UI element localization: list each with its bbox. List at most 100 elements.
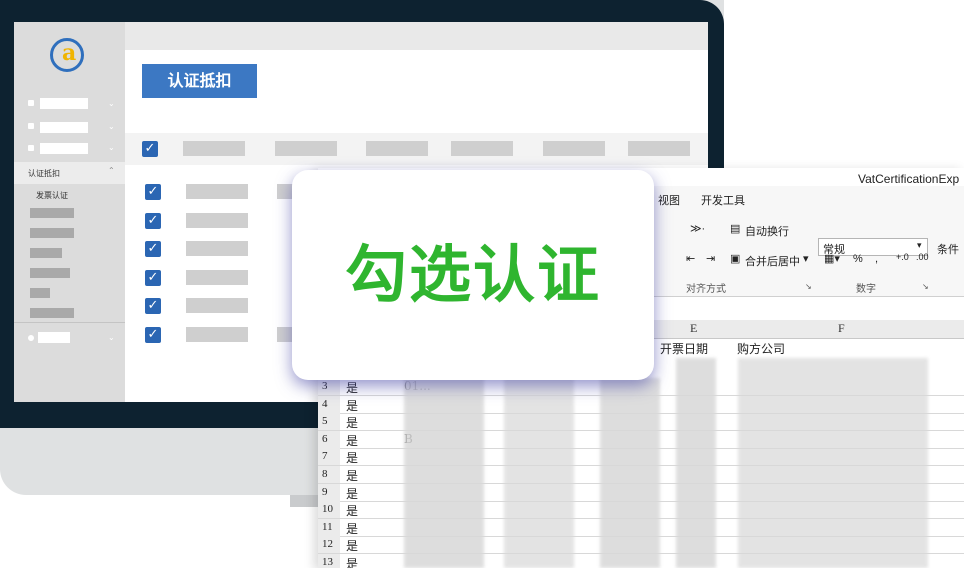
dialog-launcher-icon[interactable]: ↘ [922,282,929,291]
sidebar-sub-item[interactable] [30,248,62,258]
sidebar-sub-item[interactable] [30,308,74,318]
currency-icon[interactable]: ▦▾ [824,252,840,265]
blurred-column [504,378,574,568]
sidebar-item-label: 认证抵扣 [28,169,60,178]
sidebar-item-3[interactable] [40,143,88,154]
cell-certified[interactable]: 是 [346,485,358,502]
header-buyer-company: 购方公司 [737,342,786,356]
chevron-up-icon: ⌃ [108,166,115,175]
callout-card: 勾选认证 [292,170,654,380]
indent-decrease-icon[interactable]: ⇤ [686,252,695,265]
row-number[interactable]: 12 [318,536,340,554]
row-number[interactable]: 6 [318,430,340,448]
table-cell [186,213,248,228]
decrease-decimal-icon[interactable]: .00 [916,252,929,262]
folder-icon [28,145,34,151]
wrap-text-button[interactable]: 自动换行 [745,223,789,239]
cell-certified[interactable]: 是 [346,520,358,537]
conditional-format-button[interactable]: 条件 [937,241,959,257]
sidebar-sub-item[interactable] [30,268,70,278]
tab-developer[interactable]: 开发工具 [701,192,745,208]
home-icon [28,100,34,106]
column-header-e[interactable]: E [690,321,697,336]
cell-certified[interactable]: 是 [346,379,358,396]
wrap-text-icon: ▤ [730,223,741,235]
table-cell [186,241,248,256]
table-cell [186,270,248,285]
blurred-column [738,358,928,568]
percent-button[interactable]: % [853,253,863,265]
row-number[interactable]: 8 [318,466,340,483]
sidebar-sub-item[interactable] [30,288,50,298]
sidebar-sub-item-label[interactable]: 发票认证 [36,190,68,201]
sidebar: a ⌄ ⌄ ⌄ 认证抵扣 ⌃ 发票认证 ⌄ [14,22,125,402]
alignment-group-label: 对齐方式 [686,284,726,295]
comma-button[interactable]: , [875,253,878,265]
settings-icon [28,335,34,341]
column-header [275,141,337,156]
row-number[interactable]: 9 [318,483,340,501]
row-number[interactable]: 7 [318,448,340,466]
sidebar-item-2[interactable] [40,122,88,133]
table-cell [186,327,248,342]
row-number[interactable]: 5 [318,413,340,431]
row-checkbox[interactable]: ✓ [145,327,161,343]
select-all-checkbox[interactable]: ✓ [142,141,158,157]
row-checkbox[interactable]: ✓ [145,213,161,229]
cell-certified[interactable]: 是 [346,555,358,568]
sidebar-item-active[interactable]: 认证抵扣 ⌃ [14,162,125,184]
tab-view[interactable]: 视图 [658,192,680,208]
column-header-f[interactable]: F [838,321,845,336]
chevron-down-icon: ⌄ [108,99,115,108]
header-invoice-date: 开票日期 [660,342,709,356]
sidebar-item-4[interactable] [38,332,70,343]
row-number[interactable]: 3 [318,378,340,395]
dialog-launcher-icon[interactable]: ↘ [805,282,812,291]
number-group-label: 数字 [856,284,876,295]
chevron-down-icon: ▾ [917,240,922,250]
cell-certified[interactable]: 是 [346,502,358,519]
row-number[interactable]: 10 [318,501,340,519]
sidebar-item-1[interactable] [40,98,88,109]
increase-decimal-icon[interactable]: +.0 [896,252,909,262]
indent-increase-icon[interactable]: ⇥ [706,252,715,265]
column-header [543,141,605,156]
cell-certified[interactable]: 是 [346,432,358,449]
table-cell [186,298,248,313]
table-header: ✓ [125,133,708,165]
logo-icon: a [50,38,84,72]
chevron-down-icon: ⌄ [108,143,115,152]
orientation-icon[interactable]: ≫· [690,222,705,235]
cell-certified[interactable]: 是 [346,397,358,414]
column-header [183,141,245,156]
cell-certified[interactable]: 是 [346,467,358,484]
callout-text: 勾选认证 [344,238,601,311]
row-checkbox[interactable]: ✓ [145,241,161,257]
chevron-down-icon: ⌄ [108,333,115,342]
divider [14,322,125,323]
row-number[interactable]: 11 [318,518,340,536]
cell-certified[interactable]: 是 [346,449,358,466]
cell-certified[interactable]: 是 [346,537,358,554]
sidebar-sub-item[interactable] [30,228,74,238]
row-number[interactable]: 13 [318,554,340,568]
row-checkbox[interactable]: ✓ [145,298,161,314]
merge-center-button[interactable]: 合并后居中 [745,253,800,269]
sidebar-sub-item[interactable] [30,208,74,218]
edit-icon [28,123,34,129]
blurred-column [676,358,716,568]
cell-certified[interactable]: 是 [346,414,358,431]
blurred-column [600,378,660,568]
row-checkbox[interactable]: ✓ [145,184,161,200]
page-title: 认证抵扣 [142,64,257,98]
row-number[interactable]: 4 [318,395,340,413]
merge-icon: ▣ [730,253,741,265]
chevron-down-icon[interactable]: ▾ [803,252,809,265]
row-checkbox[interactable]: ✓ [145,270,161,286]
excel-window-title: VatCertificationExp [858,172,960,186]
column-header [366,141,428,156]
chevron-down-icon: ⌄ [108,122,115,131]
table-cell [186,184,248,199]
column-header [628,141,690,156]
blurred-column [404,378,484,568]
